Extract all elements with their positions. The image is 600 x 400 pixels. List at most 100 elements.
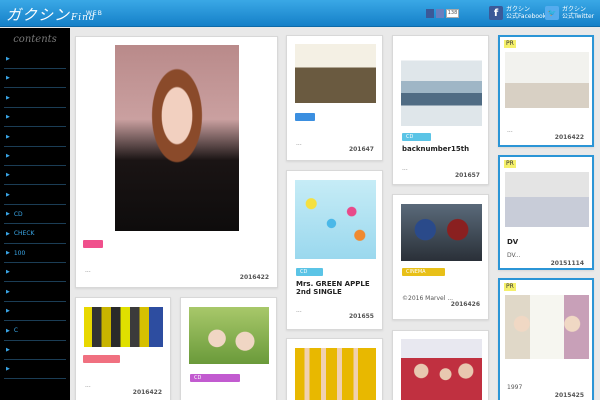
pr-card[interactable]: PR DV DV... 20151114 <box>498 155 594 270</box>
featured-photo <box>115 45 239 231</box>
card-excerpt: DV... <box>507 252 521 259</box>
article-card[interactable]: CD Mrs. GREEN APPLE 2nd SINGLE ... 20165… <box>286 170 383 330</box>
card-date: 201657 <box>454 172 480 179</box>
article-card-featured[interactable]: ... 2016422 <box>75 36 278 288</box>
card-date: 20151114 <box>550 260 584 267</box>
card-title-line2: 2nd SINGLE <box>296 288 342 296</box>
pr-card[interactable]: PR ... 2016422 <box>498 35 594 147</box>
article-photo <box>401 339 482 400</box>
sidebar-nav-item[interactable]: ▶ <box>4 166 66 186</box>
card-excerpt: ... <box>85 267 91 274</box>
category-tag[interactable] <box>295 113 315 121</box>
chevron-right-icon: ▶ <box>6 94 10 101</box>
sidebar-nav-item[interactable]: ▶ <box>4 186 66 205</box>
article-card[interactable]: ... 2016422 <box>75 297 171 400</box>
card-excerpt: ... <box>296 307 302 314</box>
sidebar-nav-item[interactable]: ▶ <box>4 69 66 89</box>
pr-badge: PR <box>504 283 516 291</box>
chevron-right-icon: ▶ <box>6 308 10 315</box>
article-card[interactable] <box>286 338 383 400</box>
album-cover <box>295 180 376 259</box>
sidebar-nav-label: C <box>13 327 19 335</box>
site-logo[interactable]: ガクシンFind <box>6 4 96 25</box>
category-tag[interactable] <box>83 355 120 363</box>
sidebar-nav-item[interactable]: ▶ <box>4 128 66 147</box>
pr-photo <box>505 52 589 108</box>
sidebar-nav-item[interactable]: ▶ <box>4 147 66 166</box>
like-button[interactable] <box>436 9 444 18</box>
card-date: 201647 <box>348 146 374 153</box>
facebook-share-icon[interactable] <box>426 9 434 18</box>
sidebar-nav-item[interactable]: ▶ <box>4 360 66 380</box>
chevron-right-icon: ▶ <box>6 269 10 276</box>
share-buttons: 138 <box>426 9 459 18</box>
article-photo <box>84 307 163 347</box>
card-date: 2015425 <box>554 392 584 399</box>
logo-subtext: WEB <box>86 10 103 17</box>
sidebar-nav-item[interactable]: ▶ <box>4 50 66 69</box>
chevron-right-icon: ▶ <box>6 191 10 198</box>
chevron-right-icon: ▶ <box>6 133 10 140</box>
card-date: 2016422 <box>132 389 162 396</box>
sidebar: contents ▶ ▶ ▶ ▶ ▶ ▶ ▶ ▶ ▶ CD ▶ CHECK ▶ 100 ▶ ▶ ▶ ▶ C ▶ ▶ <box>0 28 70 400</box>
sidebar-nav-item[interactable]: ▶ <box>4 263 66 283</box>
pr-badge: PR <box>504 160 516 168</box>
chevron-right-icon: ▶ <box>6 153 10 159</box>
card-excerpt: ... <box>402 165 408 172</box>
pr-badge: PR <box>504 40 516 48</box>
article-card[interactable] <box>392 330 489 400</box>
twitter-label-line1: ガクシン <box>562 6 587 13</box>
chevron-right-icon: ▶ <box>6 172 10 179</box>
sidebar-nav-item[interactable]: ▶ CD <box>4 205 66 225</box>
card-title: backnumber15th <box>402 145 470 153</box>
twitter-label-line2: 公式Twitter <box>562 13 595 20</box>
facebook-label-line1: ガクシン <box>506 6 531 13</box>
card-title: DV <box>507 238 519 246</box>
pr-card[interactable]: PR 1997 2015425 <box>498 278 594 400</box>
sidebar-nav-label: 100 <box>13 249 26 257</box>
card-excerpt: ... <box>296 140 302 147</box>
card-excerpt: 1997 <box>507 384 523 391</box>
sidebar-nav-item[interactable]: ▶ C <box>4 322 66 341</box>
chevron-right-icon: ▶ <box>6 56 10 62</box>
category-tag[interactable]: CINEMA <box>402 268 445 276</box>
facebook-label-line2: 公式Facebook <box>506 13 547 20</box>
article-card[interactable]: ... 201647 <box>286 35 383 161</box>
category-tag[interactable] <box>83 240 103 248</box>
sidebar-nav-item[interactable]: ▶ 100 <box>4 244 66 263</box>
card-date: 2016422 <box>554 134 584 141</box>
sidebar-nav-item[interactable]: ▶ <box>4 302 66 322</box>
sidebar-nav-item[interactable]: ▶ CHECK <box>4 225 66 244</box>
article-card[interactable]: CD backnumber15th ... 201657 <box>392 35 489 185</box>
sidebar-nav-item[interactable]: ▶ <box>4 108 66 128</box>
card-date: 2016426 <box>450 301 480 308</box>
sidebar-nav-item[interactable]: ▶ <box>4 283 66 302</box>
logo-main-text: ガクシン <box>6 6 71 24</box>
category-tag[interactable]: CD <box>296 268 323 276</box>
article-photo <box>295 348 376 400</box>
card-excerpt: ©2016 Marvel ... <box>402 295 454 302</box>
sidebar-title: contents <box>13 34 57 45</box>
article-card[interactable]: CINEMA ©2016 Marvel ... 2016426 <box>392 194 489 320</box>
chevron-right-icon: ▶ <box>6 327 10 334</box>
pr-photo <box>505 172 589 227</box>
article-photo <box>189 307 269 364</box>
article-card[interactable]: CD <box>180 297 277 400</box>
card-date: 2016422 <box>239 274 269 281</box>
chevron-right-icon: ▶ <box>6 114 10 121</box>
chevron-right-icon: ▶ <box>6 230 10 237</box>
sidebar-nav-item[interactable]: ▶ <box>4 89 66 108</box>
category-tag[interactable]: CD <box>190 374 240 382</box>
facebook-icon: f <box>489 6 503 20</box>
facebook-link[interactable]: f ガクシン 公式Facebook <box>489 4 546 22</box>
card-excerpt: ... <box>85 382 91 389</box>
article-photo <box>295 44 376 103</box>
category-tag[interactable]: CD <box>402 133 431 141</box>
twitter-link[interactable]: 🐦 ガクシン 公式Twitter <box>545 4 594 22</box>
chevron-right-icon: ▶ <box>6 250 10 256</box>
album-cover <box>401 44 482 126</box>
chevron-right-icon: ▶ <box>6 347 10 353</box>
like-count: 138 <box>446 9 459 18</box>
site-header: ガクシンFind WEB 138 f ガクシン 公式Facebook 🐦 ガクシ… <box>0 0 600 27</box>
sidebar-nav-item[interactable]: ▶ <box>4 341 66 360</box>
